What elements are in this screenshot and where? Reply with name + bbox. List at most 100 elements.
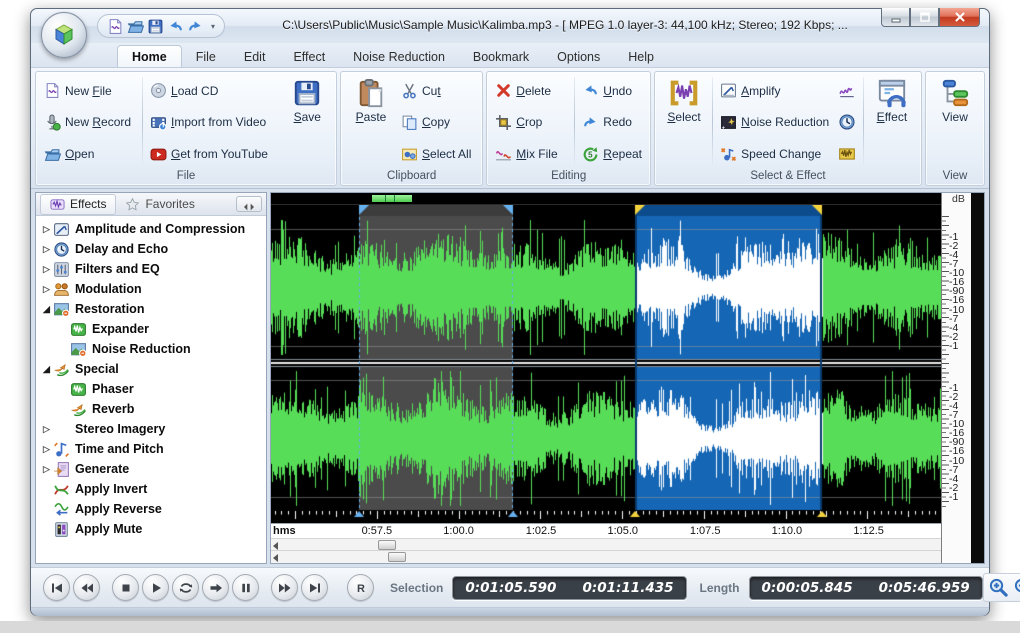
tree-item-restoration[interactable]: ◢ Restoration [36, 299, 266, 319]
view-button[interactable]: View [930, 75, 980, 170]
rewind-button[interactable] [73, 574, 100, 601]
crop-button[interactable]: Crop [491, 111, 571, 134]
tree-item-time-and-pitch[interactable]: ▷ Time and Pitch [36, 439, 266, 459]
new-record-button[interactable]: New Record [40, 111, 139, 134]
get-from-youtube-button[interactable]: Get from YouTube [146, 143, 276, 166]
select-all-button[interactable]: Select All [397, 143, 478, 166]
fast-forward-button[interactable] [271, 574, 298, 601]
pause-icon [238, 580, 254, 596]
tree-item-expander[interactable]: Expander [36, 319, 266, 339]
tree-collapsed-arrow-icon[interactable]: ▷ [40, 259, 53, 279]
minimize-button[interactable] [881, 8, 910, 27]
clock-blue-button[interactable] [836, 111, 858, 133]
tree-item-apply-invert[interactable]: Apply Invert [36, 479, 266, 499]
open-folder-icon[interactable] [127, 18, 145, 35]
repeat-button[interactable]: 5 Repeat [578, 143, 646, 166]
record-button[interactable]: R [347, 574, 374, 601]
app-menu-orb[interactable] [41, 12, 87, 58]
panel-pager-button[interactable] [236, 196, 262, 212]
scroll-left-arrow[interactable] [273, 554, 278, 563]
horizontal-scrollbar-1[interactable] [271, 537, 941, 551]
select-button[interactable]: Select [659, 75, 709, 170]
scissors-icon [401, 82, 418, 99]
tree-item-apply-reverse[interactable]: Apply Reverse [36, 499, 266, 519]
amplify-button[interactable]: Amplify [716, 79, 834, 102]
tab-edit[interactable]: Edit [230, 46, 280, 67]
overview-strip[interactable] [271, 193, 941, 205]
undo-icon[interactable] [167, 18, 184, 35]
mix-file-button[interactable]: Mix File [491, 143, 571, 166]
copy-button[interactable]: Copy [397, 111, 478, 134]
zoom-out-button[interactable] [1012, 576, 1020, 599]
ribbon-group-select-effect: Select Amplify Noise Reduction Speed Cha… [654, 71, 922, 186]
tree-item-apply-mute[interactable]: Apply Mute [36, 519, 266, 539]
zoom-in-button[interactable] [987, 576, 1010, 599]
waveform-canvas[interactable] [271, 204, 941, 523]
noise-reduction-button[interactable]: Noise Reduction [716, 111, 834, 134]
tree-collapsed-arrow-icon[interactable]: ▷ [40, 439, 53, 459]
close-icon [953, 10, 967, 24]
new-file-icon[interactable] [107, 18, 124, 35]
horizontal-scrollbar-2[interactable] [271, 550, 941, 563]
time-tick-label: 1:02.5 [525, 524, 557, 537]
tab-noise-reduction[interactable]: Noise Reduction [339, 46, 459, 67]
tab-home[interactable]: Home [117, 45, 182, 67]
tree-item-filters-and-eq[interactable]: ▷ Filters and EQ [36, 259, 266, 279]
skip-end-button[interactable] [301, 574, 328, 601]
new-file-button[interactable]: New File [40, 79, 139, 102]
tree-collapsed-arrow-icon[interactable]: ▷ [40, 219, 53, 239]
tree-expanded-arrow-icon[interactable]: ◢ [40, 299, 53, 319]
tree-item-reverb[interactable]: Reverb [36, 399, 266, 419]
tab-help[interactable]: Help [614, 46, 668, 67]
skip-start-button[interactable] [43, 574, 70, 601]
effect-button[interactable]: Effect [867, 75, 917, 170]
tree-item-noise-reduction[interactable]: Noise Reduction [36, 339, 266, 359]
tree-collapsed-arrow-icon[interactable]: ▷ [40, 419, 53, 439]
stop-button[interactable] [112, 574, 139, 601]
tab-effects[interactable]: Effects [40, 193, 117, 215]
tree-collapsed-arrow-icon[interactable]: ▷ [40, 459, 53, 479]
tree-collapsed-arrow-icon[interactable]: ▷ [40, 279, 53, 299]
tree-item-phaser[interactable]: Phaser [36, 379, 266, 399]
loop-button[interactable] [172, 574, 199, 601]
scrollbar-thumb[interactable] [378, 539, 397, 550]
envelope-button[interactable] [836, 80, 858, 102]
tab-options[interactable]: Options [543, 46, 614, 67]
scroll-left-arrow[interactable] [273, 541, 278, 550]
save-button[interactable]: Save [282, 75, 332, 170]
tab-favorites[interactable]: Favorites [116, 195, 203, 214]
cut-button[interactable]: Cut [397, 79, 478, 102]
tab-bookmark[interactable]: Bookmark [459, 46, 543, 67]
tab-file[interactable]: File [182, 46, 230, 67]
tree-collapsed-arrow-icon[interactable]: ▷ [40, 239, 53, 259]
tree-item-special[interactable]: ◢ Special [36, 359, 266, 379]
play-button[interactable] [142, 574, 169, 601]
close-button[interactable] [939, 8, 980, 27]
pause-button[interactable] [232, 574, 259, 601]
open-button[interactable]: Open [40, 143, 139, 166]
tree-item-delay-and-echo[interactable]: ▷ Delay and Echo [36, 239, 266, 259]
selection-label: Selection [390, 580, 444, 595]
undo-button[interactable]: Undo [578, 79, 646, 102]
speed-change-button[interactable]: Speed Change [716, 143, 834, 166]
tree-item-generate[interactable]: ▷ Generate [36, 459, 266, 479]
tree-item-stereo-imagery[interactable]: ▷ Stereo Imagery [36, 419, 266, 439]
equalizer-button[interactable] [836, 143, 858, 165]
play-icon [148, 580, 164, 596]
import-from-video-button[interactable]: Import from Video [146, 111, 276, 134]
load-cd-button[interactable]: Load CD [146, 79, 276, 102]
redo-button[interactable]: Redo [578, 111, 646, 134]
scrollbar-thumb[interactable] [388, 552, 407, 563]
maximize-button[interactable] [910, 8, 939, 27]
svg-text:R: R [357, 583, 365, 595]
tree-item-modulation[interactable]: ▷ Modulation [36, 279, 266, 299]
tree-item-amplitude-and-compression[interactable]: ▷ Amplitude and Compression [36, 219, 266, 239]
redo-icon[interactable] [187, 18, 204, 35]
save-small-icon[interactable] [147, 18, 164, 35]
tab-effect[interactable]: Effect [279, 46, 339, 67]
delete-button[interactable]: Delete [491, 79, 571, 102]
forward-button[interactable] [202, 574, 229, 601]
paste-button[interactable]: Paste [345, 75, 397, 170]
qat-customize-icon[interactable]: ▾ [211, 22, 215, 31]
tree-expanded-arrow-icon[interactable]: ◢ [40, 359, 53, 379]
